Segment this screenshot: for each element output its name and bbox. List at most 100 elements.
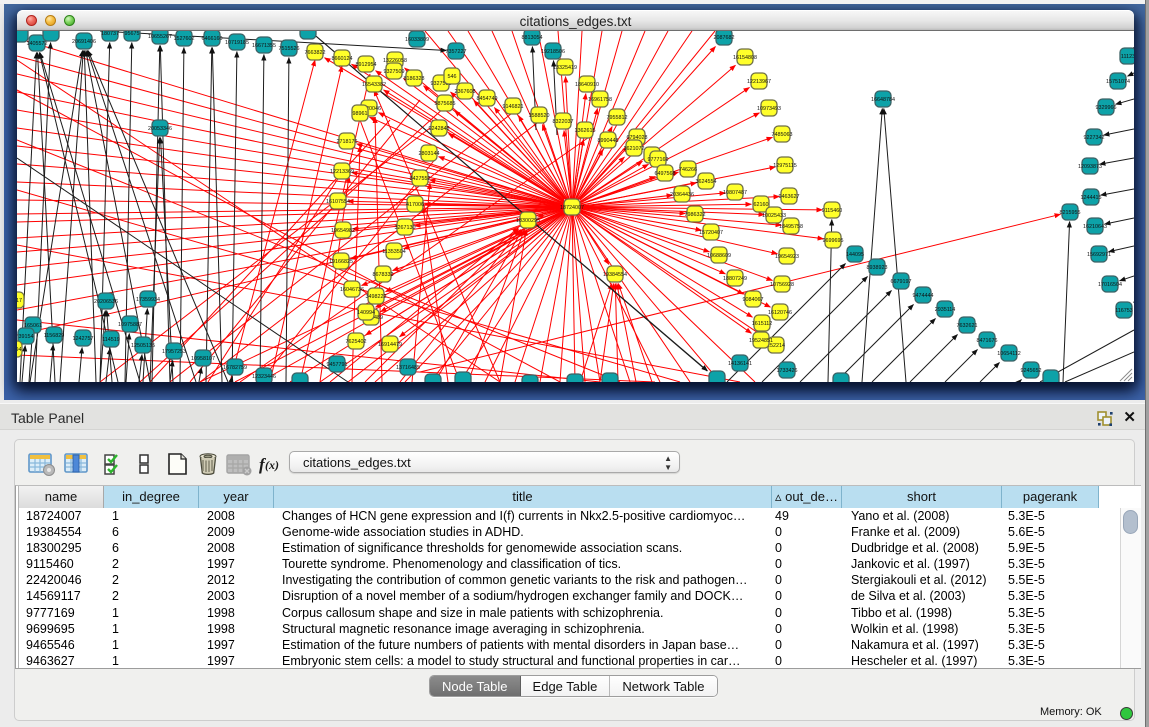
svg-text:1156829: 1156829 (44, 333, 65, 339)
svg-text:9084067: 9084067 (743, 297, 764, 303)
svg-text:12213369: 12213369 (330, 169, 354, 175)
svg-text:14136141: 14136141 (728, 361, 752, 367)
svg-text:1244415: 1244415 (1081, 195, 1102, 201)
svg-text:417006: 417006 (406, 202, 424, 208)
svg-text:18640910: 18640910 (575, 82, 599, 88)
svg-text:19654982: 19654982 (331, 228, 355, 234)
svg-text:16543382: 16543382 (362, 82, 386, 88)
svg-text:10958107: 10958107 (191, 356, 215, 362)
svg-text:180737: 180737 (101, 31, 119, 37)
svg-text:19654923: 19654923 (775, 254, 799, 260)
svg-text:20053346: 20053346 (148, 126, 172, 132)
svg-text:16961758: 16961758 (588, 97, 612, 103)
svg-text:2935114: 2935114 (935, 307, 956, 313)
svg-text:20364436: 20364436 (670, 192, 694, 198)
svg-text:1733426: 1733426 (777, 368, 798, 374)
svg-text:10719185: 10719185 (225, 40, 249, 46)
svg-text:1527602: 1527602 (174, 36, 195, 42)
svg-text:9242848: 9242848 (429, 126, 450, 132)
svg-text:18300295: 18300295 (516, 218, 540, 224)
svg-text:10975887: 10975887 (118, 322, 142, 328)
svg-text:17957253: 17957253 (162, 349, 186, 355)
svg-text:15692971: 15692971 (1087, 252, 1111, 258)
svg-text:3498222: 3498222 (366, 294, 387, 300)
svg-text:7632621: 7632621 (957, 323, 978, 329)
svg-text:8471676: 8471676 (977, 338, 998, 344)
svg-text:12213967: 12213967 (747, 79, 771, 85)
svg-text:10688609: 10688609 (707, 253, 731, 259)
svg-text:8938923: 8938923 (867, 265, 888, 271)
svg-text:8215955: 8215955 (1060, 210, 1081, 216)
svg-text:8186328: 8186328 (404, 76, 425, 82)
svg-text:15751074: 15751074 (1106, 79, 1130, 85)
svg-text:9327509: 9327509 (384, 69, 405, 75)
svg-text:7663822: 7663822 (305, 50, 326, 56)
svg-text:62160: 62160 (754, 202, 769, 208)
svg-text:12975115: 12975115 (773, 163, 797, 169)
svg-text:7986322: 7986322 (685, 212, 706, 218)
svg-text:9417: 9417 (17, 298, 22, 304)
svg-text:16120746: 16120746 (768, 310, 792, 316)
svg-text:16046736: 16046736 (340, 287, 364, 293)
svg-text:18724007: 18724007 (560, 205, 584, 211)
svg-text:7515526: 7515526 (279, 46, 300, 52)
svg-text:18807249: 18807249 (723, 276, 747, 282)
svg-text:10654112: 10654112 (997, 351, 1021, 357)
svg-text:16671355: 16671355 (252, 43, 276, 49)
svg-text:1615112: 1615112 (752, 321, 773, 327)
svg-text:95675: 95675 (125, 31, 140, 37)
svg-text:8322037: 8322037 (553, 119, 574, 125)
svg-text:1405572: 1405572 (27, 41, 48, 47)
svg-text:6466160: 6466160 (202, 36, 223, 42)
svg-text:1588520: 1588520 (529, 113, 550, 119)
svg-text:19384554: 19384554 (603, 272, 627, 278)
svg-text:1362615: 1362615 (575, 128, 596, 134)
svg-text:8660124: 8660124 (332, 56, 353, 62)
svg-text:53594: 53594 (17, 347, 22, 353)
svg-text:3624554: 3624554 (696, 179, 717, 185)
svg-text:8454749: 8454749 (477, 96, 498, 102)
svg-text:15720407: 15720407 (699, 230, 723, 236)
svg-text:16154808: 16154808 (733, 55, 757, 61)
svg-text:9115460: 9115460 (822, 208, 843, 214)
svg-text:12505135: 12505135 (131, 343, 155, 349)
svg-text:1242757: 1242757 (73, 336, 94, 342)
svg-text:11353504: 11353504 (382, 249, 406, 255)
svg-text:546: 546 (448, 74, 457, 80)
svg-text:2087682: 2087682 (714, 35, 735, 41)
svg-text:19166825: 19166825 (329, 259, 353, 265)
svg-text:16648784: 16648784 (871, 97, 895, 103)
svg-text:2803144: 2803144 (419, 151, 440, 157)
svg-text:9699695: 9699695 (823, 238, 844, 244)
svg-text:9474444: 9474444 (913, 293, 934, 299)
svg-text:10807487: 10807487 (723, 190, 747, 196)
svg-text:39154: 39154 (19, 334, 34, 340)
svg-text:18495758: 18495758 (779, 224, 803, 230)
svg-text:140994: 140994 (357, 310, 375, 316)
svg-text:20206536: 20206536 (94, 299, 118, 305)
svg-text:98961: 98961 (353, 111, 368, 117)
svg-text:11123: 11123 (1121, 54, 1134, 60)
svg-text:17016504: 17016504 (1098, 282, 1122, 288)
svg-text:10655267: 10655267 (148, 34, 172, 40)
svg-text:16782759: 16782759 (223, 365, 247, 371)
svg-text:13325419: 13325419 (553, 65, 577, 71)
svg-text:9227342: 9227342 (1084, 135, 1105, 141)
svg-text:8427552: 8427552 (410, 176, 431, 182)
svg-text:(x): (x) (265, 458, 279, 472)
svg-text:13716485: 13716485 (396, 365, 420, 371)
svg-text:9146821: 9146821 (503, 104, 524, 110)
svg-text:8813054: 8813054 (522, 35, 543, 41)
svg-text:2718176: 2718176 (337, 139, 358, 145)
svg-text:12323446: 12323446 (252, 374, 276, 380)
svg-text:114519: 114519 (102, 337, 120, 343)
svg-text:16033809: 16033809 (405, 37, 429, 43)
svg-text:2367608: 2367608 (455, 89, 476, 95)
svg-text:7625402: 7625402 (346, 339, 367, 345)
svg-text:20691406: 20691406 (72, 39, 96, 45)
svg-text:6679197: 6679197 (891, 279, 912, 285)
svg-text:16210643: 16210643 (1083, 224, 1107, 230)
svg-text:9463627: 9463627 (779, 194, 800, 200)
svg-text:16107554: 16107554 (326, 199, 350, 205)
svg-text:7485063: 7485063 (772, 132, 793, 138)
